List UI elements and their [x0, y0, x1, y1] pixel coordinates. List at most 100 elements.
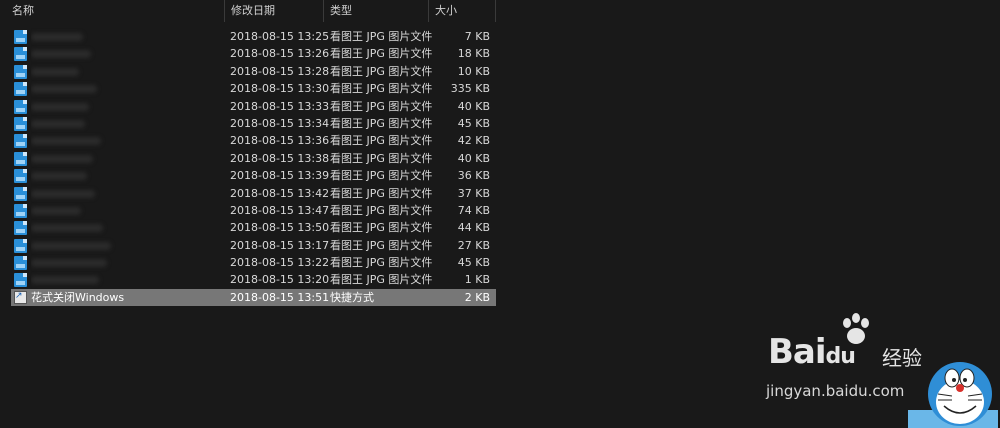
- file-name[interactable]: [31, 150, 221, 168]
- file-name[interactable]: [31, 219, 221, 237]
- jpg-file-icon: [14, 186, 29, 201]
- jpg-file-icon: [14, 151, 29, 166]
- file-row[interactable]: 2018-08-15 13:50 看图王 JPG 图片文件 44 KB: [11, 219, 496, 236]
- file-date: 2018-08-15 13:38: [230, 151, 330, 165]
- file-name[interactable]: [31, 237, 221, 255]
- file-type: 快捷方式: [330, 290, 374, 304]
- file-date: 2018-08-15 13:30: [230, 82, 330, 96]
- file-name[interactable]: [31, 185, 221, 203]
- file-name[interactable]: [31, 45, 221, 63]
- jpg-file-icon: [14, 116, 29, 131]
- file-size: 45 KB: [457, 256, 490, 270]
- file-row[interactable]: 2018-08-15 13:17 看图王 JPG 图片文件 27 KB: [11, 237, 496, 254]
- redacted-filename: [31, 259, 107, 268]
- jpg-file-icon: [14, 134, 29, 149]
- column-header-name[interactable]: 名称: [0, 0, 225, 22]
- file-type: 看图王 JPG 图片文件: [330, 30, 433, 43]
- file-row[interactable]: 2018-08-15 13:39 看图王 JPG 图片文件 36 KB: [11, 167, 496, 184]
- jpg-file-icon: [14, 64, 29, 79]
- jpg-file-icon: [14, 30, 29, 44]
- jpg-file-icon: [14, 82, 29, 97]
- file-type: 看图王 JPG 图片文件: [330, 116, 433, 130]
- redacted-filename: [31, 67, 79, 76]
- file-type: 看图王 JPG 图片文件: [330, 134, 433, 148]
- jingyan-url: jingyan.baidu.com: [766, 382, 905, 400]
- doraemon-mascot-icon: [908, 362, 998, 428]
- file-size: 74 KB: [457, 203, 490, 217]
- file-row[interactable]: 2018-08-15 13:47 看图王 JPG 图片文件 74 KB: [11, 202, 496, 219]
- file-type: 看图王 JPG 图片文件: [330, 256, 433, 270]
- file-row[interactable]: 2018-08-15 13:22 看图王 JPG 图片文件 45 KB: [11, 254, 496, 271]
- file-size: 10 KB: [457, 64, 490, 78]
- file-name[interactable]: [31, 202, 221, 220]
- file-row[interactable]: 2018-08-15 13:28 看图王 JPG 图片文件 10 KB: [11, 63, 496, 80]
- file-date: 2018-08-15 13:47: [230, 203, 330, 217]
- file-name[interactable]: [31, 254, 221, 272]
- file-size: 2 KB: [464, 290, 490, 304]
- jpg-file-icon: [14, 256, 29, 271]
- file-size: 27 KB: [457, 238, 490, 252]
- column-header-date[interactable]: 修改日期: [225, 0, 324, 22]
- file-row[interactable]: 2018-08-15 13:38 看图王 JPG 图片文件 40 KB: [11, 150, 496, 167]
- file-size: 1 KB: [464, 273, 490, 287]
- file-name[interactable]: [31, 271, 221, 289]
- file-row[interactable]: 2018-08-15 13:25 看图王 JPG 图片文件 7 KB: [11, 28, 496, 45]
- file-size: 18 KB: [457, 47, 490, 61]
- file-name[interactable]: [31, 115, 221, 133]
- jpg-file-icon: [14, 47, 29, 62]
- file-list: 2018-08-15 13:25 看图王 JPG 图片文件 7 KB 2018-08-…: [11, 28, 496, 307]
- redacted-filename: [31, 276, 99, 285]
- file-name[interactable]: [31, 80, 221, 98]
- file-row[interactable]: 2018-08-15 13:34 看图王 JPG 图片文件 45 KB: [11, 115, 496, 132]
- redacted-filename: [31, 241, 111, 250]
- file-name[interactable]: [31, 132, 221, 150]
- file-size: 37 KB: [457, 186, 490, 200]
- file-date: 2018-08-15 13:42: [230, 186, 330, 200]
- file-name[interactable]: [31, 63, 221, 81]
- file-date: 2018-08-15 13:50: [230, 221, 330, 235]
- shortcut-icon: [14, 288, 29, 306]
- file-date: 2018-08-15 13:26: [230, 47, 330, 61]
- file-row[interactable]: 2018-08-15 13:20 看图王 JPG 图片文件 1 KB: [11, 271, 496, 288]
- redacted-filename: [31, 172, 87, 181]
- file-row[interactable]: 2018-08-15 13:36 看图王 JPG 图片文件 42 KB: [11, 132, 496, 149]
- file-type: 看图王 JPG 图片文件: [330, 221, 433, 235]
- file-type: 看图王 JPG 图片文件: [330, 82, 433, 96]
- file-date: 2018-08-15 13:39: [230, 169, 330, 183]
- redacted-filename: [31, 224, 103, 233]
- jpg-file-icon: [14, 169, 29, 184]
- file-name[interactable]: 花式关闭Windows: [31, 289, 221, 306]
- redacted-filename: [31, 119, 85, 128]
- file-date: 2018-08-15 13:51: [230, 290, 330, 304]
- file-type: 看图王 JPG 图片文件: [330, 47, 433, 61]
- file-name[interactable]: [31, 98, 221, 116]
- column-header-bar: ^ 名称 修改日期 类型 大小: [0, 0, 497, 22]
- file-date: 2018-08-15 13:20: [230, 273, 330, 287]
- file-type: 看图王 JPG 图片文件: [330, 238, 433, 252]
- column-header-size[interactable]: 大小: [429, 0, 496, 22]
- file-row[interactable]: 2018-08-15 13:42 看图王 JPG 图片文件 37 KB: [11, 185, 496, 202]
- file-row[interactable]: 2018-08-15 13:26 看图王 JPG 图片文件 18 KB: [11, 45, 496, 62]
- redacted-filename: [31, 50, 91, 59]
- file-name[interactable]: [31, 28, 221, 46]
- file-size: 42 KB: [457, 134, 490, 148]
- file-date: 2018-08-15 13:28: [230, 64, 330, 78]
- redacted-filename: [31, 154, 93, 163]
- column-header-type[interactable]: 类型: [324, 0, 429, 22]
- file-name[interactable]: [31, 167, 221, 185]
- jpg-file-icon: [14, 238, 29, 253]
- file-date: 2018-08-15 13:36: [230, 134, 330, 148]
- baidu-jingyan-watermark: Baidu 经验 jingyan.baidu.com: [760, 312, 1000, 428]
- file-type: 看图王 JPG 图片文件: [330, 203, 433, 217]
- file-type: 看图王 JPG 图片文件: [330, 64, 433, 78]
- jpg-file-icon: [14, 221, 29, 236]
- file-size: 36 KB: [457, 169, 490, 183]
- file-date: 2018-08-15 13:34: [230, 116, 330, 130]
- redacted-filename: [31, 189, 95, 198]
- file-type: 看图王 JPG 图片文件: [330, 151, 433, 165]
- jpg-file-icon: [14, 99, 29, 114]
- file-row[interactable]: 花式关闭Windows 2018-08-15 13:51快捷方式 2 KB: [11, 288, 496, 307]
- file-row[interactable]: 2018-08-15 13:33 看图王 JPG 图片文件 40 KB: [11, 98, 496, 115]
- redacted-filename: [31, 33, 83, 41]
- file-row[interactable]: 2018-08-15 13:30 看图王 JPG 图片文件 335 KB: [11, 80, 496, 97]
